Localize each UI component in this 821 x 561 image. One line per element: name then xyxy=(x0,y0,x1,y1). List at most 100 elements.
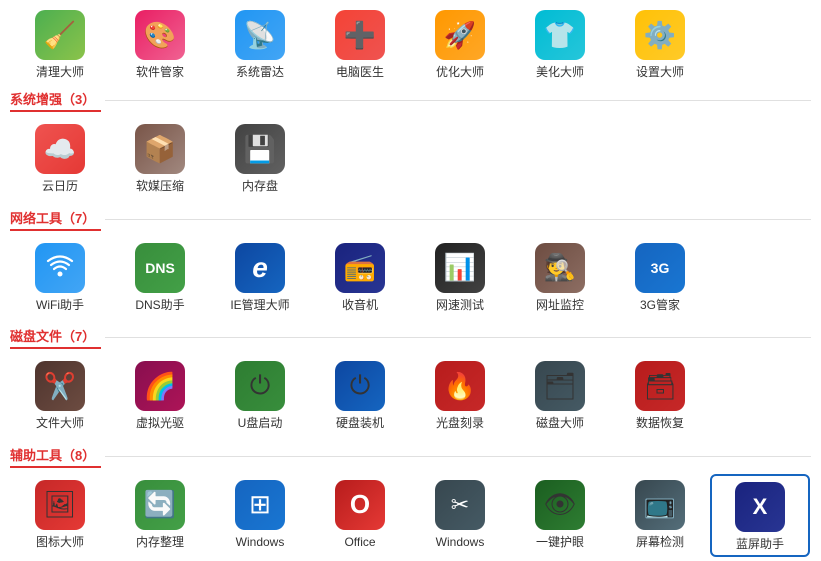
icon-label: 电脑医生 xyxy=(336,65,384,79)
icon-image: ⏻ xyxy=(235,361,285,411)
app-icon-一键护眼[interactable]: 👁 一键护眼 xyxy=(510,474,610,557)
icon-label: Windows xyxy=(236,535,285,549)
icon-grid: ☁️ 云日历 📦 软媒压缩 💾 内存盘 xyxy=(10,118,811,197)
app-icon-设置大师[interactable]: ⚙️ 设置大师 xyxy=(610,4,710,83)
icon-image: 🌈 xyxy=(135,361,185,411)
app-icon-数据恢复[interactable]: 🗃 数据恢复 xyxy=(610,355,710,434)
app-icon-软媒压缩[interactable]: 📦 软媒压缩 xyxy=(110,118,210,197)
icon-label: 内存盘 xyxy=(242,179,278,193)
icon-label: 设置大师 xyxy=(636,65,684,79)
app-icon-蓝屏助手[interactable]: X 蓝屏助手 xyxy=(710,474,810,557)
app-icon-网址监控[interactable]: 🕵 网址监控 xyxy=(510,237,610,316)
icon-label: 优化大师 xyxy=(436,65,484,79)
icon-image: 🗃 xyxy=(635,361,685,411)
app-icon-硬盘装机[interactable]: ⏻ 硬盘装机 xyxy=(310,355,410,434)
icon-grid: WiFi助手 DNS DNS助手 e IE管理大师 📻 收音机 📊网速测试 🕵 网址监控 3G 3G管… xyxy=(10,237,811,316)
section-disk-file: 磁盘文件（7）✂️文件大师🌈虚拟光驱⏻U盘启动⏻硬盘装机🔥光盘刻录🗂磁盘大师🗃数… xyxy=(0,320,821,438)
icon-image: 3G xyxy=(635,243,685,293)
icon-label: 硬盘装机 xyxy=(336,416,384,430)
icon-label: U盘启动 xyxy=(238,416,283,430)
icon-label: 蓝屏助手 xyxy=(736,537,784,551)
icon-image: ⊞ xyxy=(235,480,285,530)
app-icon-IE管理大师[interactable]: e IE管理大师 xyxy=(210,237,310,316)
icon-label: 系统雷达 xyxy=(236,65,284,79)
icon-label: 文件大师 xyxy=(36,416,84,430)
icon-image: ☁️ xyxy=(35,124,85,174)
icon-label: 美化大师 xyxy=(536,65,584,79)
icon-label: 一键护眼 xyxy=(536,535,584,549)
app-icon-优化大师[interactable]: 🚀 优化大师 xyxy=(410,4,510,83)
app-icon-软件管家[interactable]: 🎨 软件管家 xyxy=(110,4,210,83)
top-row: 🧹 清理大师 🎨 软件管家 📡 系统雷达 ➕ 电脑医生 🚀 优化大师 👕 美化大… xyxy=(0,0,821,83)
section-header: 系统增强（3） xyxy=(10,89,811,112)
app-icon-DNS助手[interactable]: DNS DNS助手 xyxy=(110,237,210,316)
app-icon-收音机[interactable]: 📻 收音机 xyxy=(310,237,410,316)
icon-label: 屏幕检测 xyxy=(636,535,684,549)
icon-image: ✂ xyxy=(435,480,485,530)
icon-image: DNS xyxy=(135,243,185,293)
app-icon-Office[interactable]: OOffice xyxy=(310,474,410,557)
icon-image: 🔥 xyxy=(435,361,485,411)
icon-image xyxy=(35,243,85,293)
icon-label: IE管理大师 xyxy=(230,298,289,312)
icon-label: 光盘刻录 xyxy=(436,416,484,430)
app-icon-光盘刻录[interactable]: 🔥 光盘刻录 xyxy=(410,355,510,434)
app-icon-虚拟光驱[interactable]: 🌈虚拟光驱 xyxy=(110,355,210,434)
icon-image: 🔄 xyxy=(135,480,185,530)
icon-image: ➕ xyxy=(335,10,385,60)
app-icon-系统雷达[interactable]: 📡 系统雷达 xyxy=(210,4,310,83)
icon-image: 🎨 xyxy=(135,10,185,60)
section-title: 辅助工具（8） xyxy=(10,445,101,468)
app-icon-磁盘大师[interactable]: 🗂磁盘大师 xyxy=(510,355,610,434)
app-icon-Windows[interactable]: ⊞ Windows xyxy=(210,474,310,557)
app-icon-内存整理[interactable]: 🔄 内存整理 xyxy=(110,474,210,557)
icon-label: 图标大师 xyxy=(36,535,84,549)
icon-label: 软媒压缩 xyxy=(136,179,184,193)
app-icon-云日历[interactable]: ☁️ 云日历 xyxy=(10,118,110,197)
icon-image: 👁 xyxy=(535,480,585,530)
icon-label: WiFi助手 xyxy=(36,298,84,312)
section-divider xyxy=(105,456,811,457)
app-icon-U盘启动[interactable]: ⏻ U盘启动 xyxy=(210,355,310,434)
icon-label: 数据恢复 xyxy=(636,416,684,430)
app-icon-电脑医生[interactable]: ➕ 电脑医生 xyxy=(310,4,410,83)
icon-label: Windows xyxy=(436,535,485,549)
app-icon-内存盘[interactable]: 💾 内存盘 xyxy=(210,118,310,197)
app-icon-清理大师[interactable]: 🧹 清理大师 xyxy=(10,4,110,83)
icon-image: X xyxy=(735,482,785,532)
section-divider xyxy=(105,337,811,338)
app-icon-3G管家[interactable]: 3G 3G管家 xyxy=(610,237,710,316)
icon-image: 🧹 xyxy=(35,10,85,60)
icon-image: 📦 xyxy=(135,124,185,174)
section-network-tools: 网络工具（7） WiFi助手 DNS DNS助手 e IE管理大师 📻 收音机 📊网速测试 🕵 网… xyxy=(0,202,821,320)
icon-label: 云日历 xyxy=(42,179,78,193)
icon-image: ⏻ xyxy=(335,361,385,411)
icon-label: Office xyxy=(344,535,375,549)
icon-label: 网址监控 xyxy=(536,298,584,312)
icon-label: 收音机 xyxy=(342,298,378,312)
section-title: 网络工具（7） xyxy=(10,208,101,231)
icon-label: 3G管家 xyxy=(640,298,680,312)
icon-label: 内存整理 xyxy=(136,535,184,549)
app-icon-WiFi助手[interactable]: WiFi助手 xyxy=(10,237,110,316)
icon-image: 📺 xyxy=(635,480,685,530)
icon-label: DNS助手 xyxy=(135,298,184,312)
app-icon-Windows[interactable]: ✂ Windows xyxy=(410,474,510,557)
icon-image: 👕 xyxy=(535,10,585,60)
icon-image: 💾 xyxy=(235,124,285,174)
icon-image: e xyxy=(235,243,285,293)
icon-label: 清理大师 xyxy=(36,65,84,79)
app-icon-网速测试[interactable]: 📊网速测试 xyxy=(410,237,510,316)
icon-image: 🕵 xyxy=(535,243,585,293)
section-assist-tools: 辅助工具（8） 🖼图标大师 🔄 内存整理 ⊞ Windows OOffice ✂ Windows… xyxy=(0,439,821,561)
icon-image: 📻 xyxy=(335,243,385,293)
app-icon-文件大师[interactable]: ✂️ 文件大师 xyxy=(10,355,110,434)
section-header: 辅助工具（8） xyxy=(10,445,811,468)
icon-grid: ✂️ 文件大师 🌈虚拟光驱 ⏻ U盘启动 ⏻ 硬盘装机 🔥 光盘刻录 🗂磁盘大师 🗃 数据恢复 xyxy=(10,355,811,434)
icon-label: 软件管家 xyxy=(136,65,184,79)
app-icon-屏幕检测[interactable]: 📺 屏幕检测 xyxy=(610,474,710,557)
section-system-enhance: 系统增强（3） ☁️ 云日历 📦 软媒压缩 💾 内存盘 xyxy=(0,83,821,201)
app-icon-图标大师[interactable]: 🖼图标大师 xyxy=(10,474,110,557)
app-icon-美化大师[interactable]: 👕 美化大师 xyxy=(510,4,610,83)
icon-image: ✂️ xyxy=(35,361,85,411)
